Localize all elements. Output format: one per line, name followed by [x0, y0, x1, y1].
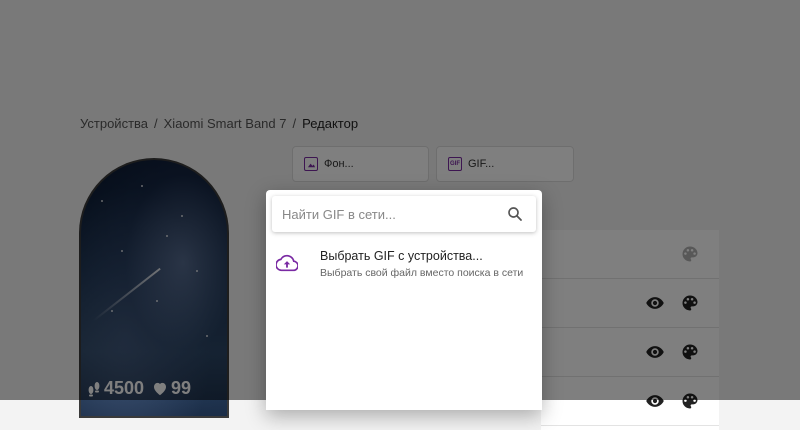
upload-subtitle: Выбрать свой файл вместо поиска в сети — [320, 267, 524, 279]
gif-picker-dialog: Выбрать GIF с устройства... Выбрать свой… — [266, 190, 542, 410]
gif-search-input[interactable] — [272, 196, 509, 232]
upload-title: Выбрать GIF с устройства... — [320, 249, 483, 263]
upload-from-device-item[interactable]: Выбрать GIF с устройства... Выбрать свой… — [266, 238, 542, 286]
upload-text: Выбрать GIF с устройства... Выбрать свой… — [320, 249, 523, 279]
cloud-upload-icon — [276, 254, 298, 272]
search-icon[interactable] — [506, 205, 524, 223]
gif-search-box — [272, 196, 536, 232]
